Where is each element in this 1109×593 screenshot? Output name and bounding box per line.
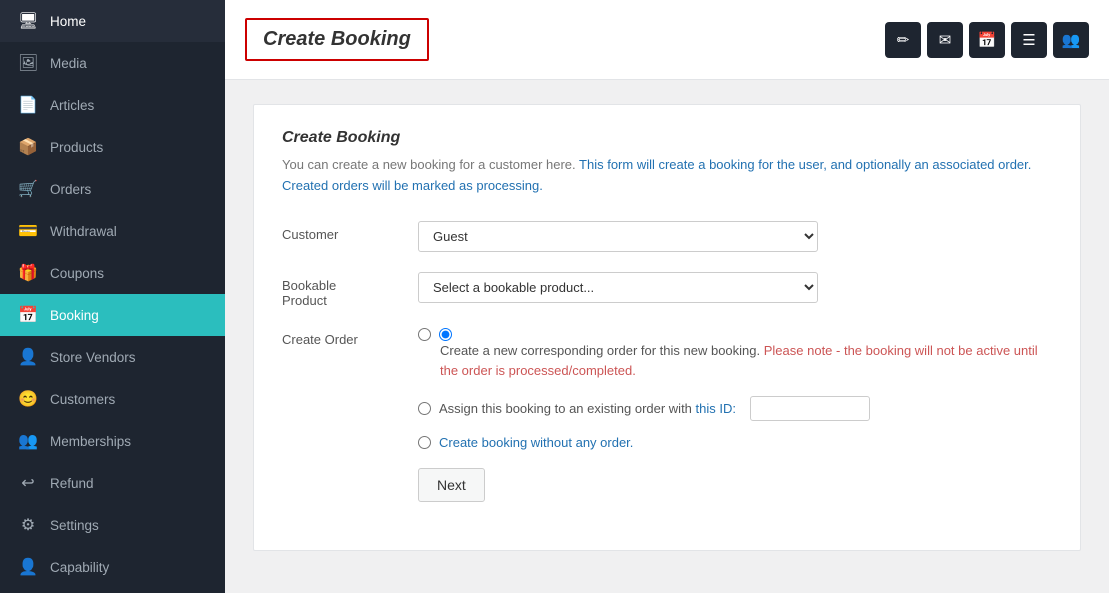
topbar-title-box: Create Booking (245, 18, 429, 61)
sidebar-item-booking[interactable]: 📅 Booking (0, 294, 225, 336)
sidebar-item-media[interactable]: 🖼 Media (0, 42, 225, 84)
sidebar-item-label-products: Products (50, 140, 103, 155)
main-area: Create Booking ✏ ✉ 📅 ☰ 👥 Create Booking … (225, 0, 1109, 593)
sidebar-item-coupons[interactable]: 🎁 Coupons (0, 252, 225, 294)
sidebar-item-refund[interactable]: ↩ Refund (0, 462, 225, 504)
sidebar-item-label-settings: Settings (50, 518, 99, 533)
new-order-text-before: Create a new corresponding order for thi… (440, 343, 764, 358)
sidebar-item-settings[interactable]: ⚙ Settings (0, 504, 225, 546)
bookable-product-select[interactable]: Select a bookable product... (418, 272, 818, 303)
description-start: You can create a new booking for a custo… (282, 157, 579, 172)
media-icon: 🖼 (18, 53, 38, 73)
sidebar-item-label-media: Media (50, 56, 87, 71)
bookable-product-control: Select a bookable product... (418, 272, 818, 303)
existing-order-id-label: this ID: (696, 401, 736, 416)
memberships-icon: 👥 (18, 431, 38, 451)
sidebar-item-withdrawal[interactable]: 💳 Withdrawal (0, 210, 225, 252)
products-icon: 📦 (18, 137, 38, 157)
customer-control: Guest Existing Customer (418, 221, 818, 252)
content-heading: Create Booking (282, 129, 1052, 147)
booking-icon: 📅 (18, 305, 38, 325)
coupons-icon: 🎁 (18, 263, 38, 283)
settings-icon: ⚙ (18, 515, 38, 535)
radio-new-order-input[interactable] (439, 328, 452, 341)
sidebar-item-label-home: Home (50, 14, 86, 29)
sidebar-item-label-withdrawal: Withdrawal (50, 224, 117, 239)
order-option-existing: Assign this booking to an existing order… (418, 396, 1052, 421)
articles-icon: 📄 (18, 95, 38, 115)
sidebar-item-customers[interactable]: 😊 Customers (0, 378, 225, 420)
order-option-none: Create booking without any order. (418, 435, 1052, 450)
sidebar-item-label-capability: Capability (50, 560, 109, 575)
customer-label: Customer (282, 221, 402, 242)
radio-no-order[interactable] (418, 436, 431, 449)
refund-icon: ↩ (18, 473, 38, 493)
mail-icon-button[interactable]: ✉ (927, 22, 963, 58)
radio-label-new-order[interactable] (418, 328, 1052, 341)
sidebar-item-label-store-vendors: Store Vendors (50, 350, 136, 365)
create-order-label: Create Order (282, 328, 402, 503)
customers-icon: 😊 (18, 389, 38, 409)
topbar: Create Booking ✏ ✉ 📅 ☰ 👥 (225, 0, 1109, 80)
create-order-section: Create Order Create a new corresponding … (282, 328, 1052, 503)
sidebar-item-label-booking: Booking (50, 308, 99, 323)
no-order-text: Create booking without any order. (439, 435, 633, 450)
users-icon-button[interactable]: 👥 (1053, 22, 1089, 58)
withdrawal-icon: 💳 (18, 221, 38, 241)
sidebar-item-label-orders: Orders (50, 182, 91, 197)
bookable-product-row: BookableProduct Select a bookable produc… (282, 272, 1052, 308)
content-area: Create Booking You can create a new book… (225, 80, 1109, 593)
sidebar-item-store-vendors[interactable]: 👤 Store Vendors (0, 336, 225, 378)
radio-label-existing-order[interactable]: Assign this booking to an existing order… (418, 396, 1052, 421)
edit-icon-button[interactable]: ✏ (885, 22, 921, 58)
bookable-product-label: BookableProduct (282, 272, 402, 308)
radio-new-order[interactable] (418, 328, 431, 341)
sidebar-item-memberships[interactable]: 👥 Memberships (0, 420, 225, 462)
sidebar-item-label-articles: Articles (50, 98, 94, 113)
capability-icon: 👤 (18, 557, 38, 577)
new-order-text: Create a new corresponding order for thi… (440, 341, 1052, 383)
sidebar-item-products[interactable]: 📦 Products (0, 126, 225, 168)
content-card: Create Booking You can create a new book… (253, 104, 1081, 551)
list-icon-button[interactable]: ☰ (1011, 22, 1047, 58)
sidebar: 🖥 Home 🖼 Media 📄 Articles 📦 Products 🛒 O… (0, 0, 225, 593)
sidebar-item-orders[interactable]: 🛒 Orders (0, 168, 225, 210)
customer-row: Customer Guest Existing Customer (282, 221, 1052, 252)
home-icon: 🖥 (18, 11, 38, 31)
store-vendors-icon: 👤 (18, 347, 38, 367)
order-option-new: Create a new corresponding order for thi… (418, 328, 1052, 383)
sidebar-item-label-refund: Refund (50, 476, 94, 491)
order-options: Create a new corresponding order for thi… (418, 328, 1052, 503)
sidebar-item-capability[interactable]: 👤 Capability (0, 546, 225, 588)
sidebar-item-home[interactable]: 🖥 Home (0, 0, 225, 42)
sidebar-item-label-customers: Customers (50, 392, 115, 407)
sidebar-item-label-coupons: Coupons (50, 266, 104, 281)
radio-label-no-order[interactable]: Create booking without any order. (418, 435, 1052, 450)
topbar-title: Create Booking (263, 28, 411, 50)
topbar-icons: ✏ ✉ 📅 ☰ 👥 (885, 22, 1089, 58)
sidebar-item-label-memberships: Memberships (50, 434, 131, 449)
calendar-icon-button[interactable]: 📅 (969, 22, 1005, 58)
orders-icon: 🛒 (18, 179, 38, 199)
next-button[interactable]: Next (418, 468, 485, 502)
radio-existing-order[interactable] (418, 402, 431, 415)
content-description: You can create a new booking for a custo… (282, 155, 1052, 197)
customer-select[interactable]: Guest Existing Customer (418, 221, 818, 252)
existing-order-id-input[interactable] (750, 396, 870, 421)
sidebar-item-articles[interactable]: 📄 Articles (0, 84, 225, 126)
existing-order-text: Assign this booking to an existing order… (439, 401, 736, 416)
